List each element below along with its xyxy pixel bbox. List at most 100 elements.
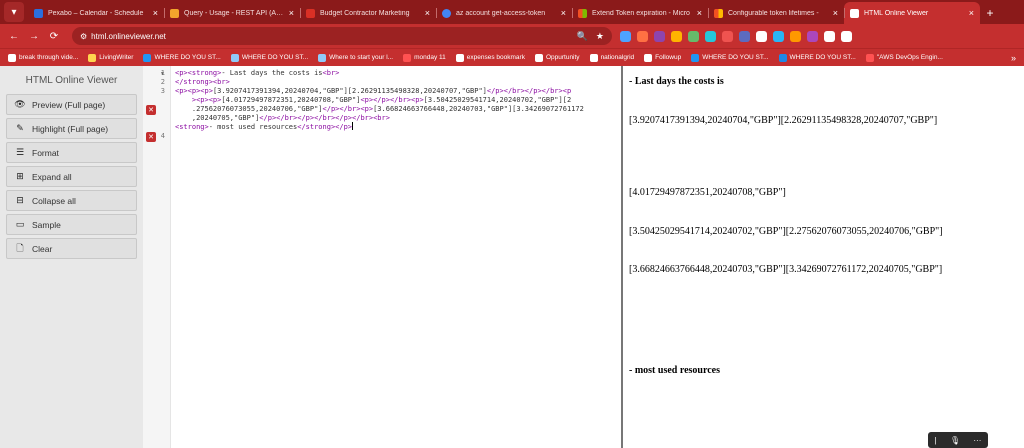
tab-close-icon[interactable]: × <box>425 8 430 18</box>
bookmark-favicon-icon <box>88 53 97 62</box>
tab-close-icon[interactable]: × <box>833 8 838 18</box>
button-label: Clear <box>32 243 53 254</box>
azure-favicon-icon <box>170 8 179 18</box>
extension-icon[interactable] <box>671 30 682 42</box>
bookmark-favicon-icon <box>455 53 464 62</box>
code-text-segment: ,20240705,"GBP"] <box>175 113 260 122</box>
button-label: Highlight (Full page) <box>32 123 109 134</box>
extension-icon[interactable] <box>807 30 818 42</box>
code-text-segment: [3.66824663766448,20240703,"GBP"][3.3426… <box>373 104 584 113</box>
bookmark-label: Oppurtunity <box>545 54 580 61</box>
tab-extend-token[interactable]: Extend Token expiration - Micro × <box>572 2 708 24</box>
code-tag: ><p><p> <box>175 95 222 104</box>
bookmark-star-icon[interactable]: ★ <box>596 31 604 42</box>
tab-budget-contractor[interactable]: Budget Contractor Marketing × <box>300 2 436 24</box>
expand-all-button[interactable]: ⊞ Expand all <box>6 166 137 187</box>
extension-icon[interactable] <box>637 30 648 42</box>
bookmark-label: WHERE DO YOU ST... <box>241 54 309 61</box>
bookmark-item[interactable]: expenses bookmark <box>455 53 525 62</box>
clear-button[interactable]: 🗋 Clear <box>6 238 137 259</box>
extension-icon[interactable] <box>790 30 801 42</box>
extension-icon[interactable] <box>841 30 852 42</box>
tab-search-dropdown[interactable]: ▾ <box>4 2 24 22</box>
code-tag: <p><p><p> <box>175 86 213 95</box>
extension-icon[interactable] <box>620 30 631 42</box>
site-info-icon[interactable]: ⚙ <box>80 32 87 41</box>
code-text[interactable]: <p><strong>- Last days the costs is<br> <… <box>175 69 615 132</box>
address-bar[interactable]: ⚙ html.onlineviewer.net 🔍 ★ <box>72 27 612 45</box>
more-icon[interactable]: ··· <box>973 436 981 445</box>
collapse-all-button[interactable]: ⊟ Collapse all <box>6 190 137 211</box>
html-preview-pane: - Last days the costs is [3.920741739139… <box>623 66 1024 448</box>
tab-az-account[interactable]: az account get-access-token × <box>436 2 572 24</box>
extension-icon[interactable] <box>773 30 784 42</box>
new-tab-button[interactable]: + <box>980 2 1000 24</box>
tab-query-usage[interactable]: Query - Usage - REST API (Azure × <box>164 2 300 24</box>
bookmark-item[interactable]: LivingWriter <box>88 53 134 62</box>
button-label: Preview (Full page) <box>32 99 106 110</box>
extension-icon[interactable] <box>824 30 835 42</box>
fold-arrow-icon[interactable]: ▼ <box>160 71 165 77</box>
bookmark-item[interactable]: Followup <box>644 53 681 62</box>
code-editor[interactable]: 1 ▼ 2 3 ✕ ✕ 4 <p><strong>- Last days the… <box>143 66 622 448</box>
bookmark-favicon-icon <box>589 53 598 62</box>
bookmark-item[interactable]: Oppurtunity <box>534 53 580 62</box>
tab-close-icon[interactable]: × <box>697 8 702 18</box>
bookmarks-bar: break through vide... LivingWriter WHERE D… <box>0 48 1024 66</box>
extension-icon[interactable] <box>739 30 750 42</box>
error-marker-icon[interactable]: ✕ <box>146 105 156 115</box>
gmail-favicon-icon <box>306 8 315 18</box>
bookmark-item[interactable]: WHERE DO YOU ST... <box>691 53 769 62</box>
calendar-favicon-icon <box>34 8 43 18</box>
bookmark-label: WHERE DO YOU ST... <box>789 54 856 61</box>
highlight-full-page-button[interactable]: ✎ Highlight (Full page) <box>6 118 137 139</box>
bookmark-item[interactable]: monday 11 <box>403 53 446 62</box>
bookmark-label: WHERE DO YOU ST... <box>154 54 221 61</box>
bookmark-favicon-icon <box>534 53 543 62</box>
code-line: <strong>- most used resources</strong></… <box>175 122 615 132</box>
back-arrow-icon[interactable]: ← <box>6 28 22 44</box>
extension-icon[interactable] <box>705 30 716 42</box>
forward-arrow-icon[interactable]: → <box>26 28 42 44</box>
bookmark-item[interactable]: WHERE DO YOU ST... <box>778 53 856 62</box>
bookmark-label: LivingWriter <box>99 54 134 61</box>
bookmarks-overflow-icon[interactable]: » <box>1011 53 1016 63</box>
extension-icon[interactable] <box>722 30 733 42</box>
microphone-icon[interactable]: 🎙 <box>950 436 960 445</box>
format-button[interactable]: ☰ Format <box>6 142 137 163</box>
bookmark-favicon-icon <box>230 53 239 62</box>
extension-icon[interactable] <box>688 30 699 42</box>
code-text-segment: [4.01729497872351,20240708,"GBP"] <box>221 95 361 104</box>
extension-icon[interactable] <box>756 30 767 42</box>
tab-close-icon[interactable]: × <box>561 8 566 18</box>
bookmark-item[interactable]: nationalgrid <box>589 53 634 62</box>
search-icon[interactable]: 🔍 <box>577 31 588 42</box>
sample-button[interactable]: ▭ Sample <box>6 214 137 235</box>
tab-close-icon[interactable]: × <box>153 8 158 18</box>
preview-full-page-button[interactable]: 👁 Preview (Full page) <box>6 94 137 115</box>
bookmark-item[interactable]: Where to start your l... <box>318 53 393 62</box>
edit-icon: ✎ <box>16 123 24 133</box>
code-tag: </strong></p> <box>297 123 353 132</box>
line-number: 2 <box>160 78 165 86</box>
button-label: Sample <box>32 219 61 230</box>
tab-html-online-viewer[interactable]: HTML Online Viewer × <box>844 2 980 24</box>
reload-icon[interactable]: ⟳ <box>46 28 62 44</box>
tab-close-icon[interactable]: × <box>969 8 974 18</box>
extension-icon[interactable] <box>654 30 665 42</box>
tab-label: az account get-access-token <box>456 9 546 17</box>
eye-icon: 👁 <box>14 99 26 109</box>
bookmark-favicon-icon <box>318 53 327 62</box>
bookmark-item[interactable]: break through vide... <box>8 53 78 62</box>
tab-pexabo-calendar[interactable]: Pexabo – Calendar - Schedule × <box>28 2 164 24</box>
bookmark-label: "AWS DevOps Engin... <box>876 54 943 61</box>
tab-close-icon[interactable]: × <box>289 8 294 18</box>
bookmark-item[interactable]: WHERE DO YOU ST... <box>143 53 221 62</box>
bookmark-label: expenses bookmark <box>466 54 525 61</box>
bookmark-item[interactable]: WHERE DO YOU ST... <box>230 53 309 62</box>
bookmark-item[interactable]: "AWS DevOps Engin... <box>865 53 943 62</box>
tab-configurable-token[interactable]: Configurable token lifetimes - × <box>708 2 844 24</box>
bookmark-favicon-icon <box>644 53 653 62</box>
line-number: 4 <box>160 132 165 140</box>
line-number: 1 <box>160 69 165 77</box>
